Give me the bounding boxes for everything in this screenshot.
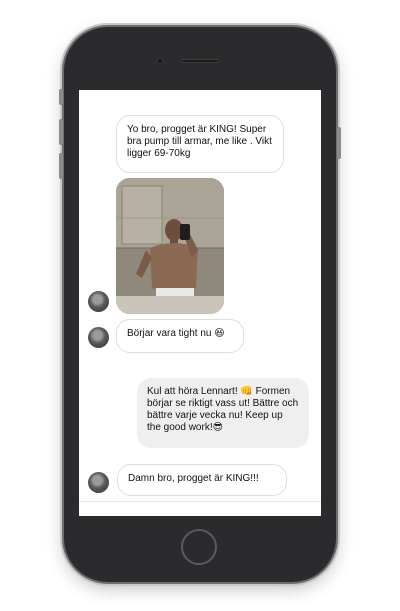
- message-text: Kul att höra Lennart! 👊 Formen börjar se…: [147, 386, 299, 433]
- power-button: [337, 127, 341, 159]
- message-bubble-incoming: Yo bro, progget är KING! Super bra pump …: [116, 115, 284, 173]
- message-photo[interactable]: [116, 178, 224, 314]
- chat-screen: Yo bro, progget är KING! Super bra pump …: [79, 90, 321, 516]
- selfie-photo-image: [116, 178, 224, 314]
- divider: [79, 501, 321, 502]
- avatar: [88, 291, 109, 312]
- front-camera-icon: [157, 58, 163, 64]
- message-text: Yo bro, progget är KING! Super bra pump …: [127, 124, 272, 159]
- message-bubble-outgoing: Kul att höra Lennart! 👊 Formen börjar se…: [137, 378, 309, 448]
- earpiece-speaker: [181, 59, 219, 63]
- home-button[interactable]: [181, 529, 217, 565]
- message-bubble-incoming: Damn bro, progget är KING!!!: [117, 464, 287, 496]
- message-text: Börjar vara tight nu 😆: [127, 328, 225, 339]
- mute-switch: [59, 89, 63, 105]
- message-bubble-incoming: Börjar vara tight nu 😆: [116, 319, 244, 353]
- volume-up-button: [59, 119, 63, 145]
- message-text: Damn bro, progget är KING!!!: [128, 473, 259, 484]
- volume-down-button: [59, 153, 63, 179]
- avatar: [88, 472, 109, 493]
- avatar: [88, 327, 109, 348]
- phone-frame: Yo bro, progget är KING! Super bra pump …: [59, 27, 341, 582]
